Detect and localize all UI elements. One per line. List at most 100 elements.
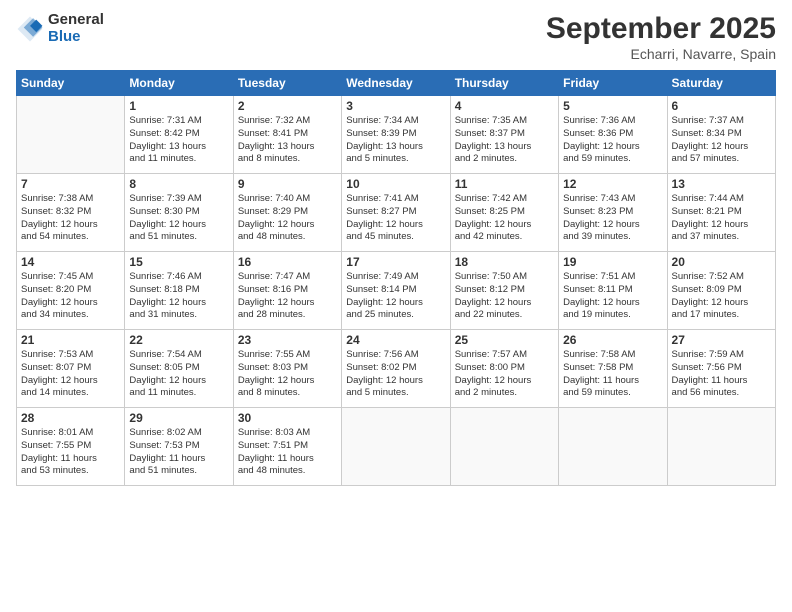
calendar-cell: 3Sunrise: 7:34 AMSunset: 8:39 PMDaylight… — [342, 96, 450, 174]
daylight-text-2: and 42 minutes. — [455, 231, 554, 244]
sunset-text: Sunset: 7:56 PM — [672, 362, 771, 375]
sunrise-text: Sunrise: 7:49 AM — [346, 271, 445, 284]
calendar-cell: 16Sunrise: 7:47 AMSunset: 8:16 PMDayligh… — [233, 252, 341, 330]
daylight-text-2: and 5 minutes. — [346, 387, 445, 400]
day-number: 23 — [238, 333, 337, 347]
calendar-cell: 19Sunrise: 7:51 AMSunset: 8:11 PMDayligh… — [559, 252, 667, 330]
logo-icon — [16, 15, 44, 43]
daylight-text-2: and 31 minutes. — [129, 309, 228, 322]
col-thursday: Thursday — [450, 71, 558, 96]
day-number: 16 — [238, 255, 337, 269]
day-number: 25 — [455, 333, 554, 347]
daylight-text-1: Daylight: 12 hours — [672, 297, 771, 310]
calendar-container: General Blue September 2025 Echarri, Nav… — [0, 0, 792, 496]
sunrise-text: Sunrise: 7:46 AM — [129, 271, 228, 284]
sunrise-text: Sunrise: 7:58 AM — [563, 349, 662, 362]
sunrise-text: Sunrise: 7:41 AM — [346, 193, 445, 206]
calendar-cell — [667, 408, 775, 486]
logo-text: General Blue — [48, 12, 104, 45]
daylight-text-1: Daylight: 12 hours — [21, 219, 120, 232]
logo: General Blue — [16, 12, 104, 45]
calendar-cell: 18 Sunrise: 7:50 AMSunset: 8:12 PMDayligh… — [450, 252, 558, 330]
sunset-text: Sunset: 8:18 PM — [129, 284, 228, 297]
daylight-text-2: and 51 minutes. — [129, 231, 228, 244]
daylight-text-1: Daylight: 12 hours — [672, 219, 771, 232]
sunrise-text: Sunrise: 7:43 AM — [563, 193, 662, 206]
sunrise-text: Sunrise: 7:47 AM — [238, 271, 337, 284]
calendar-cell: 25Sunrise: 7:57 AMSunset: 8:00 PMDayligh… — [450, 330, 558, 408]
calendar-cell: 23Sunrise: 7:55 AMSunset: 8:03 PMDayligh… — [233, 330, 341, 408]
daylight-text-1: Daylight: 12 hours — [455, 219, 554, 232]
calendar-cell: 12Sunrise: 7:43 AMSunset: 8:23 PMDayligh… — [559, 174, 667, 252]
day-number: 10 — [346, 177, 445, 191]
sunset-text: Sunset: 8:16 PM — [238, 284, 337, 297]
daylight-text-2: and 8 minutes. — [238, 153, 337, 166]
day-number: 14 — [21, 255, 120, 269]
daylight-text-1: Daylight: 12 hours — [346, 219, 445, 232]
daylight-text-2: and 5 minutes. — [346, 153, 445, 166]
sunrise-text: Sunrise: 7:53 AM — [21, 349, 120, 362]
daylight-text-1: Daylight: 12 hours — [563, 219, 662, 232]
sunset-text: Sunset: 7:55 PM — [21, 440, 120, 453]
daylight-text-1: Daylight: 12 hours — [672, 141, 771, 154]
calendar-cell: 1Sunrise: 7:31 AMSunset: 8:42 PMDaylight… — [125, 96, 233, 174]
daylight-text-1: Daylight: 12 hours — [346, 375, 445, 388]
sunrise-text: Sunrise: 7:35 AM — [455, 115, 554, 128]
sunset-text: Sunset: 8:12 PM — [455, 284, 554, 297]
sunset-text: Sunset: 8:41 PM — [238, 128, 337, 141]
calendar-cell: 5Sunrise: 7:36 AMSunset: 8:36 PMDaylight… — [559, 96, 667, 174]
calendar-cell: 24Sunrise: 7:56 AMSunset: 8:02 PMDayligh… — [342, 330, 450, 408]
daylight-text-1: Daylight: 12 hours — [21, 375, 120, 388]
calendar-header: Sunday Monday Tuesday Wednesday Thursday… — [17, 71, 776, 96]
sunset-text: Sunset: 8:20 PM — [21, 284, 120, 297]
daylight-text-1: Daylight: 11 hours — [129, 453, 228, 466]
daylight-text-1: Daylight: 12 hours — [346, 297, 445, 310]
sunset-text: Sunset: 8:39 PM — [346, 128, 445, 141]
day-number: 4 — [455, 99, 554, 113]
col-sunday: Sunday — [17, 71, 125, 96]
daylight-text-1: Daylight: 12 hours — [238, 219, 337, 232]
sunset-text: Sunset: 8:21 PM — [672, 206, 771, 219]
calendar-cell: 17Sunrise: 7:49 AMSunset: 8:14 PMDayligh… — [342, 252, 450, 330]
day-number: 9 — [238, 177, 337, 191]
sunset-text: Sunset: 8:09 PM — [672, 284, 771, 297]
col-wednesday: Wednesday — [342, 71, 450, 96]
calendar-cell: 8Sunrise: 7:39 AMSunset: 8:30 PMDaylight… — [125, 174, 233, 252]
calendar-cell — [559, 408, 667, 486]
week-row-2: 14Sunrise: 7:45 AMSunset: 8:20 PMDayligh… — [17, 252, 776, 330]
daylight-text-2: and 48 minutes. — [238, 231, 337, 244]
calendar-cell: 2Sunrise: 7:32 AMSunset: 8:41 PMDaylight… — [233, 96, 341, 174]
daylight-text-1: Daylight: 12 hours — [129, 297, 228, 310]
day-number: 5 — [563, 99, 662, 113]
sunset-text: Sunset: 8:02 PM — [346, 362, 445, 375]
sunrise-text: Sunrise: 7:31 AM — [129, 115, 228, 128]
sunset-text: Sunset: 7:53 PM — [129, 440, 228, 453]
day-number: 12 — [563, 177, 662, 191]
week-row-0: 1Sunrise: 7:31 AMSunset: 8:42 PMDaylight… — [17, 96, 776, 174]
daylight-text-1: Daylight: 12 hours — [455, 297, 554, 310]
daylight-text-2: and 14 minutes. — [21, 387, 120, 400]
day-number: 18 — [455, 255, 554, 269]
sunset-text: Sunset: 8:05 PM — [129, 362, 228, 375]
daylight-text-2: and 48 minutes. — [238, 465, 337, 478]
day-number: 7 — [21, 177, 120, 191]
sunrise-text: Sunrise: 7:59 AM — [672, 349, 771, 362]
sunrise-text: Sunrise: 7:50 AM — [455, 271, 554, 284]
daylight-text-2: and 39 minutes. — [563, 231, 662, 244]
calendar-title: September 2025 — [546, 12, 776, 46]
sunrise-text: Sunrise: 7:45 AM — [21, 271, 120, 284]
day-number: 13 — [672, 177, 771, 191]
col-monday: Monday — [125, 71, 233, 96]
daylight-text-2: and 37 minutes. — [672, 231, 771, 244]
daylight-text-1: Daylight: 12 hours — [21, 297, 120, 310]
daylight-text-2: and 22 minutes. — [455, 309, 554, 322]
calendar-table: Sunday Monday Tuesday Wednesday Thursday… — [16, 70, 776, 486]
daylight-text-1: Daylight: 12 hours — [563, 141, 662, 154]
day-number: 6 — [672, 99, 771, 113]
calendar-cell: 14 Sunrise: 7:45 AMSunset: 8:20 PMDayligh… — [17, 252, 125, 330]
calendar-cell: 20Sunrise: 7:52 AMSunset: 8:09 PMDayligh… — [667, 252, 775, 330]
daylight-text-2: and 34 minutes. — [21, 309, 120, 322]
daylight-text-2: and 11 minutes. — [129, 387, 228, 400]
calendar-cell: 11Sunrise: 7:42 AMSunset: 8:25 PMDayligh… — [450, 174, 558, 252]
daylight-text-1: Daylight: 13 hours — [129, 141, 228, 154]
